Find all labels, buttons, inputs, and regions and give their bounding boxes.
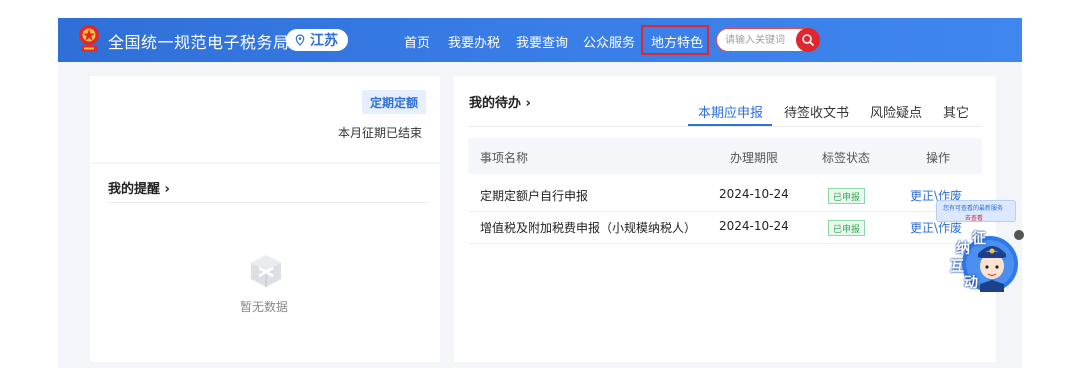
chevron-right-icon: › bbox=[525, 96, 531, 111]
column-header-actions: 操作 bbox=[926, 151, 951, 165]
fixed-quota-tag[interactable]: 定期定额 bbox=[362, 90, 427, 114]
todo-title-text: 我的待办 bbox=[469, 96, 522, 111]
tax-emblem-icon bbox=[79, 25, 99, 51]
site-title[interactable]: 全国统一规范电子税务局 bbox=[108, 29, 290, 53]
region-label: 江苏 bbox=[310, 33, 338, 49]
tax-period-card: 定期定额 本月征期已结束 bbox=[90, 76, 440, 162]
row-divider bbox=[468, 243, 982, 244]
assistant-tip-text: 您有可查看的最新服务 bbox=[943, 205, 1004, 212]
reminders-card: 我的提醒 › 暂无数据 bbox=[90, 164, 440, 362]
nav-home[interactable]: 首页 bbox=[404, 32, 430, 51]
table-header: 事项名称 办理期限 标签状态 操作 bbox=[468, 138, 982, 174]
tab-risk-doubts[interactable]: 风险疑点 bbox=[870, 102, 922, 121]
assistant-glyph: 互 bbox=[950, 259, 964, 275]
status-badge: 已申报 bbox=[828, 188, 866, 204]
divider bbox=[108, 202, 428, 203]
nav-public-service[interactable]: 公众服务 bbox=[583, 32, 635, 51]
reminders-title-text: 我的提醒 bbox=[108, 182, 161, 197]
empty-state-text: 暂无数据 bbox=[240, 300, 289, 314]
column-header-name: 事项名称 bbox=[480, 151, 529, 165]
search-button[interactable] bbox=[796, 28, 820, 52]
search-input[interactable] bbox=[725, 32, 793, 48]
location-pin-icon bbox=[295, 34, 305, 46]
divider bbox=[468, 126, 982, 127]
search-icon bbox=[802, 34, 814, 46]
tab-documents-to-sign[interactable]: 待签收文书 bbox=[784, 102, 849, 121]
tab-others[interactable]: 其它 bbox=[943, 102, 969, 121]
search-box bbox=[716, 28, 820, 52]
region-selector[interactable]: 江苏 bbox=[286, 29, 348, 51]
assistant-glyph: 纳 bbox=[956, 241, 970, 257]
tax-portal-page: 全国统一规范电子税务局 江苏 首页 我要办税 我要查询 公众服务 地方特色 定期 bbox=[58, 18, 1022, 368]
column-header-deadline: 办理期限 bbox=[730, 151, 779, 165]
table-row: 定期定额户自行申报 2024-10-24 已申报 更正\作废 bbox=[468, 179, 982, 211]
top-navigation-bar: 全国统一规范电子税务局 江苏 首页 我要办税 我要查询 公众服务 地方特色 bbox=[58, 18, 1022, 62]
assistant-glyph: 动 bbox=[964, 275, 978, 291]
tab-current-declaration[interactable]: 本期应申报 bbox=[698, 102, 763, 121]
todo-title[interactable]: 我的待办 › bbox=[469, 92, 531, 111]
row-deadline: 2024-10-24 bbox=[719, 219, 789, 233]
table-row: 增值税及附加税费申报（小规模纳税人） 2024-10-24 已申报 更正\作废 bbox=[468, 211, 982, 243]
column-header-status: 标签状态 bbox=[822, 151, 871, 165]
empty-box-icon bbox=[251, 255, 281, 287]
assistant-glyph: 征 bbox=[972, 231, 986, 247]
row-item-name: 增值税及附加税费申报（小规模纳税人） bbox=[480, 221, 697, 235]
nav-query[interactable]: 我要查询 bbox=[516, 32, 568, 51]
row-deadline: 2024-10-24 bbox=[719, 187, 789, 201]
status-badge: 已申报 bbox=[828, 220, 866, 236]
nav-local-features[interactable]: 地方特色 bbox=[651, 32, 703, 51]
todo-card: 我的待办 › 本期应申报 待签收文书 风险疑点 其它 事项名称 办理期限 标签状… bbox=[454, 76, 996, 362]
reminders-title[interactable]: 我的提醒 › bbox=[108, 178, 170, 197]
period-status-text: 本月征期已结束 bbox=[338, 126, 423, 140]
row-item-name: 定期定额户自行申报 bbox=[480, 189, 589, 203]
tax-interaction-assistant[interactable]: 您有可查看的最新服务 去查看 征 纳 互 动 bbox=[936, 200, 1024, 300]
assistant-tooltip[interactable]: 您有可查看的最新服务 去查看 bbox=[936, 200, 1016, 222]
assistant-tip-link[interactable]: 去查看 bbox=[965, 213, 983, 222]
nav-handle-tax[interactable]: 我要办税 bbox=[448, 32, 500, 51]
chevron-right-icon: › bbox=[164, 182, 170, 197]
